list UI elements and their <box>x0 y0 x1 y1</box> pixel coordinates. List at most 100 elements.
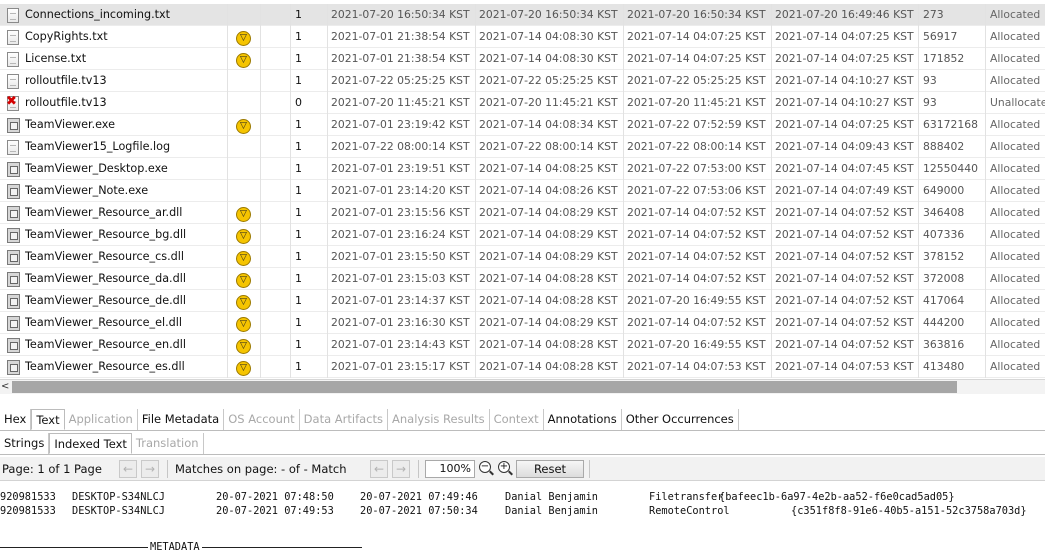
table-row[interactable]: ▽ TeamViewer_Resource_cs.dll 1 2021-07-01 2… <box>0 246 1045 268</box>
comment-cell <box>260 246 290 268</box>
score-cell: ▽ <box>227 268 260 290</box>
change-time-cell: 2021-07-14 04:08:28 KST <box>475 268 623 290</box>
flags-cell: Allocated <box>985 158 1045 180</box>
size-cell: 93 <box>918 70 985 92</box>
access-time-cell: 2021-07-22 08:00:14 KST <box>623 136 771 158</box>
table-row[interactable]: TeamViewer15_Logfile.log 1 2021-07-22 08:0… <box>0 136 1045 158</box>
created-time-cell: 2021-07-14 04:07:25 KST <box>771 48 918 70</box>
size-cell: 407336 <box>918 224 985 246</box>
flags-cell: Allocated <box>985 4 1045 26</box>
table-row[interactable]: ▽ TeamViewer.exe 1 2021-07-01 23:19:42 KST 2… <box>0 114 1045 136</box>
prev-page-button[interactable]: ← <box>119 460 137 478</box>
file-icon <box>7 52 19 67</box>
file-type-cell <box>7 158 21 180</box>
text-field-host: DESKTOP-S34NLCJ <box>72 505 165 517</box>
flags-cell: Allocated <box>985 290 1045 312</box>
count-cell: 1 <box>290 26 327 48</box>
table-row[interactable]: ▽ CopyRights.txt 1 2021-07-01 21:38:54 KST 2… <box>0 26 1045 48</box>
horizontal-scrollbar[interactable]: < <box>0 379 1045 394</box>
zoom-field[interactable]: 100% <box>425 460 475 478</box>
table-row[interactable]: Connections_incoming.txt 1 2021-07-20 16:5… <box>0 4 1045 26</box>
tab-strings[interactable]: Strings <box>0 433 50 454</box>
file-name-cell: TeamViewer_Desktop.exe <box>25 162 168 175</box>
table-row[interactable]: ▽ TeamViewer_Resource_de.dll 1 2021-07-01 2… <box>0 290 1045 312</box>
change-time-cell: 2021-07-14 04:08:34 KST <box>475 114 623 136</box>
text-field-host: DESKTOP-S34NLCJ <box>72 491 165 503</box>
prev-match-button[interactable]: ← <box>370 460 388 478</box>
tab-annotations[interactable]: Annotations <box>544 409 622 430</box>
comment-cell <box>260 114 290 136</box>
table-row[interactable]: ▽ TeamViewer_Resource_ar.dll 1 2021-07-01 2… <box>0 202 1045 224</box>
file-name-cell: TeamViewer_Note.exe <box>25 184 149 197</box>
created-time-cell: 2021-07-14 04:07:25 KST <box>771 26 918 48</box>
executable-icon <box>7 206 20 221</box>
count-cell: 1 <box>290 268 327 290</box>
comment-cell <box>260 356 290 378</box>
next-match-button[interactable]: → <box>392 460 410 478</box>
change-time-cell: 2021-07-22 08:00:14 KST <box>475 136 623 158</box>
modified-time-cell: 2021-07-01 23:15:03 KST <box>327 268 475 290</box>
comment-cell <box>260 70 290 92</box>
file-name-cell: TeamViewer_Resource_de.dll <box>25 294 186 307</box>
tab-file-metadata[interactable]: File Metadata <box>138 409 225 430</box>
matches-label: Matches on page: - of - Match <box>175 462 347 476</box>
access-time-cell: 2021-07-20 16:49:55 KST <box>623 290 771 312</box>
count-cell: 1 <box>290 334 327 356</box>
zoom-handle <box>489 470 494 476</box>
change-time-cell: 2021-07-14 04:08:30 KST <box>475 26 623 48</box>
scrollbar-thumb[interactable] <box>12 381 957 393</box>
file-type-cell <box>7 356 21 378</box>
file-type-cell <box>7 290 21 312</box>
score-cell: ▽ <box>227 312 260 334</box>
access-time-cell: 2021-07-14 04:07:53 KST <box>623 356 771 378</box>
file-type-cell <box>7 4 21 26</box>
flags-cell: Allocated <box>985 48 1045 70</box>
count-cell: 1 <box>290 202 327 224</box>
file-icon <box>7 74 19 89</box>
table-row[interactable]: TeamViewer_Desktop.exe 1 2021-07-01 23:19:… <box>0 158 1045 180</box>
change-time-cell: 2021-07-14 04:08:29 KST <box>475 246 623 268</box>
file-icon <box>7 30 19 45</box>
size-cell: 63172168 <box>918 114 985 136</box>
file-name-cell: License.txt <box>25 52 87 65</box>
table-row[interactable]: ▽ TeamViewer_Resource_da.dll 1 2021-07-01 2… <box>0 268 1045 290</box>
change-time-cell: 2021-07-14 04:08:28 KST <box>475 290 623 312</box>
tab-indexed-text[interactable]: Indexed Text <box>49 433 132 454</box>
size-cell: 171852 <box>918 48 985 70</box>
file-type-cell <box>7 334 21 356</box>
likely-notable-warning-icon: ▽ <box>236 251 251 266</box>
flags-cell: Allocated <box>985 180 1045 202</box>
next-page-button[interactable]: → <box>141 460 159 478</box>
reset-button[interactable]: Reset <box>516 460 584 478</box>
executable-icon <box>7 316 20 331</box>
tab-text[interactable]: Text <box>31 409 65 430</box>
table-row[interactable]: ▽ TeamViewer_Resource_es.dll 1 2021-07-01 2… <box>0 356 1045 378</box>
executable-icon <box>7 250 20 265</box>
access-time-cell: 2021-07-14 04:07:52 KST <box>623 268 771 290</box>
tab-other-occurrences[interactable]: Other Occurrences <box>622 409 739 430</box>
modified-time-cell: 2021-07-01 23:14:20 KST <box>327 180 475 202</box>
score-cell <box>227 136 260 158</box>
table-row[interactable]: TeamViewer_Note.exe 1 2021-07-01 23:14:20 … <box>0 180 1045 202</box>
file-type-cell <box>7 312 21 334</box>
table-row[interactable]: ▽ TeamViewer_Resource_bg.dll 1 2021-07-01 2… <box>0 224 1045 246</box>
table-row[interactable]: rolloutfile.tv13 1 2021-07-22 05:25:25 KST… <box>0 70 1045 92</box>
table-row[interactable]: ✖ rolloutfile.tv13 0 2021-07-20 11:45:21 KS… <box>0 92 1045 114</box>
created-time-cell: 2021-07-14 04:07:52 KST <box>771 202 918 224</box>
table-row[interactable]: ▽ TeamViewer_Resource_en.dll 1 2021-07-01 2… <box>0 334 1045 356</box>
access-time-cell: 2021-07-22 07:53:00 KST <box>623 158 771 180</box>
score-cell <box>227 180 260 202</box>
comment-cell <box>260 158 290 180</box>
table-row[interactable]: ▽ TeamViewer_Resource_el.dll 1 2021-07-01 2… <box>0 312 1045 334</box>
score-cell: ▽ <box>227 290 260 312</box>
executable-icon <box>7 118 20 133</box>
zoom-in-button[interactable]: + <box>496 460 514 478</box>
change-time-cell: 2021-07-14 04:08:28 KST <box>475 356 623 378</box>
access-time-cell: 2021-07-20 11:45:21 KST <box>623 92 771 114</box>
scroll-left-arrow[interactable]: < <box>1 380 11 394</box>
table-row[interactable]: ▽ License.txt 1 2021-07-01 21:38:54 KST 2021… <box>0 48 1045 70</box>
tab-hex[interactable]: Hex <box>0 409 32 430</box>
zoom-out-button[interactable]: − <box>477 460 495 478</box>
score-cell: ▽ <box>227 26 260 48</box>
change-time-cell: 2021-07-14 04:08:30 KST <box>475 48 623 70</box>
